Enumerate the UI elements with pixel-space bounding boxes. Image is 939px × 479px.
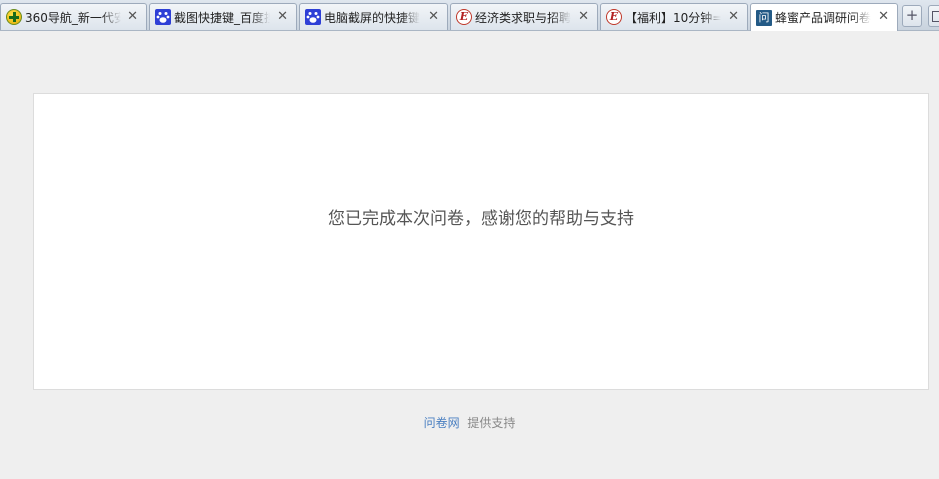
close-icon[interactable]: ✕ (728, 9, 739, 25)
tab-360-navigation[interactable]: 360导航_新一代安全上网导航 ✕ (0, 3, 147, 30)
wenjuan-link[interactable]: 问卷网 (424, 416, 460, 430)
tab-baidu-screenshot-shortcut[interactable]: 截图快捷键_百度搜索 ✕ (149, 3, 297, 30)
tab-title: 截图快捷键_百度搜索 (174, 10, 270, 25)
tab-baidu-zhidao-screenshot[interactable]: 电脑截屏的快捷键_百度知道 ✕ (299, 3, 448, 30)
baidu-paw-icon (155, 9, 171, 25)
tab-economics-jobs[interactable]: E 经济类求职与招聘 ✕ (450, 3, 598, 30)
new-tab-button[interactable]: + (902, 5, 922, 27)
close-icon[interactable]: ✕ (428, 9, 439, 25)
tab-title: 蜂蜜产品调研问卷 (775, 11, 871, 25)
360-safe-icon (6, 9, 22, 25)
close-icon[interactable]: ✕ (127, 9, 138, 25)
tab-welfare-coupon[interactable]: E 【福利】10分钟=优惠券 ✕ (600, 3, 748, 30)
tab-title: 电脑截屏的快捷键_百度知道 (324, 10, 420, 25)
tab-honey-survey[interactable]: 问 蜂蜜产品调研问卷 ✕ (750, 3, 898, 31)
e-logo-icon: E (456, 9, 472, 25)
baidu-paw-icon (305, 9, 321, 25)
browser-tab-bar: 360导航_新一代安全上网导航 ✕ 截图快捷键_百度搜索 ✕ 电 (0, 0, 939, 31)
tab-title: 经济类求职与招聘 (475, 10, 571, 25)
wenjuan-icon: 问 (756, 9, 772, 26)
close-icon[interactable]: ✕ (878, 9, 889, 25)
close-icon[interactable]: ✕ (578, 9, 589, 25)
survey-complete-card: 您已完成本次问卷，感谢您的帮助与支持 (33, 93, 929, 390)
footer: 问卷网 提供支持 (0, 414, 939, 431)
footer-support-text: 提供支持 (467, 416, 516, 430)
close-icon[interactable]: ✕ (277, 9, 288, 25)
tab-list-button[interactable] (928, 5, 939, 27)
e-logo-icon: E (606, 9, 622, 25)
completion-message: 您已完成本次问卷，感谢您的帮助与支持 (328, 209, 634, 229)
tab-title: 【福利】10分钟=优惠券 (625, 10, 721, 25)
tab-title: 360导航_新一代安全上网导航 (25, 10, 121, 25)
